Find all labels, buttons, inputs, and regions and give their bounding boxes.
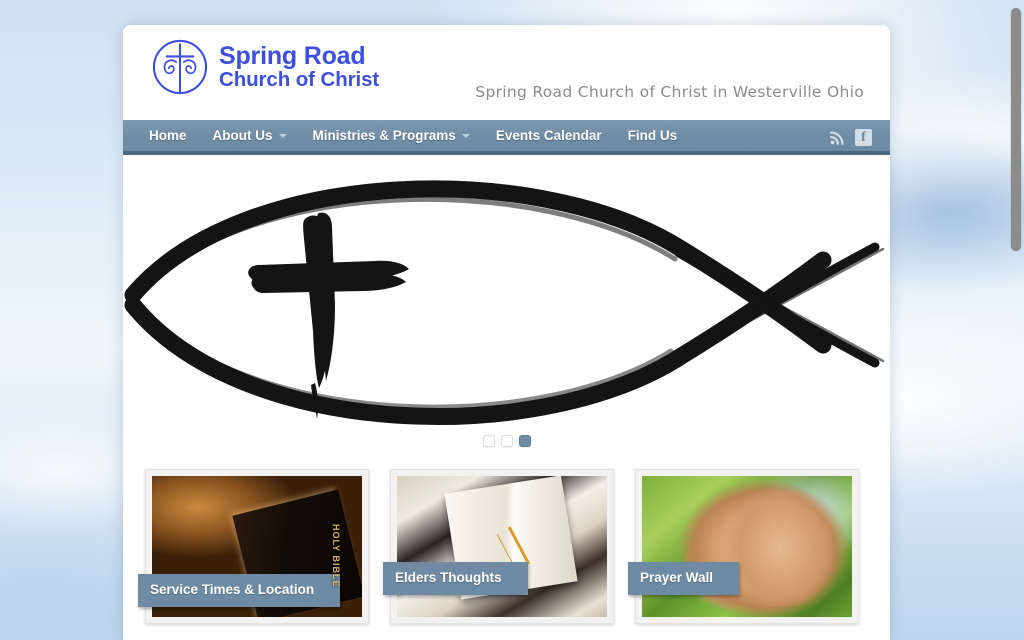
feature-card-prayer-wall[interactable]: Prayer Wall <box>628 469 859 624</box>
slider-pagination <box>123 435 890 447</box>
card-image <box>642 476 852 617</box>
nav-label: Events Calendar <box>495 128 602 143</box>
rss-icon[interactable] <box>829 129 846 146</box>
logo-wordmark: Spring Road Church of Christ <box>219 41 380 91</box>
logo-line-1: Spring Road <box>219 41 366 70</box>
card-image <box>397 476 607 617</box>
scrollbar-thumb[interactable] <box>1011 8 1021 251</box>
nav-item-home[interactable]: Home <box>136 118 200 153</box>
feature-card-elders-thoughts[interactable]: Elders Thoughts <box>383 469 614 624</box>
slider-dot-2[interactable] <box>500 435 513 447</box>
card-label-prayer-wall[interactable]: Prayer Wall <box>628 562 740 595</box>
nav-label: About Us <box>212 128 273 143</box>
main-navigation: Home About Us Ministries & Programs Even… <box>123 120 890 155</box>
nav-item-find-us[interactable]: Find Us <box>615 118 691 153</box>
facebook-icon[interactable]: f <box>855 129 872 146</box>
nav-item-events-calendar[interactable]: Events Calendar <box>483 118 615 153</box>
nav-label: Find Us <box>627 128 678 143</box>
nav-item-ministries-programs[interactable]: Ministries & Programs <box>300 118 483 153</box>
site-logo[interactable]: Spring Road Church of Christ <box>149 36 379 98</box>
chevron-down-icon <box>278 133 287 138</box>
slider-dot-1[interactable] <box>482 435 495 447</box>
praying-hands-image <box>642 476 852 617</box>
bible-study-image <box>397 476 607 617</box>
bible-spine-text: HOLY BIBLE <box>331 523 341 588</box>
site-tagline: Spring Road Church of Christ in Westervi… <box>475 83 864 101</box>
cross-in-circle-logo-icon <box>152 39 208 95</box>
page-container: Spring Road Church of Christ Spring Road… <box>123 25 890 640</box>
site-header: Spring Road Church of Christ Spring Road… <box>123 25 890 120</box>
nav-label: Ministries & Programs <box>312 128 456 143</box>
vertical-scrollbar[interactable] <box>1007 0 1024 640</box>
logo-line-2: Church of Christ <box>219 67 380 91</box>
feature-card-service-times[interactable]: HOLY BIBLE Service Times & Location <box>138 469 369 624</box>
social-links: f <box>829 120 872 155</box>
card-label-elders-thoughts[interactable]: Elders Thoughts <box>383 562 528 595</box>
feature-cards: HOLY BIBLE Service Times & Location Elde… <box>123 455 890 624</box>
slider-dot-3[interactable] <box>518 435 531 447</box>
chevron-down-icon <box>461 133 470 138</box>
card-label-service-times[interactable]: Service Times & Location <box>138 574 341 607</box>
ichthus-fish-graphic <box>124 180 885 425</box>
nav-label: Home <box>149 128 187 143</box>
hero-slider[interactable] <box>123 155 890 455</box>
nav-item-about-us[interactable]: About Us <box>200 118 300 153</box>
